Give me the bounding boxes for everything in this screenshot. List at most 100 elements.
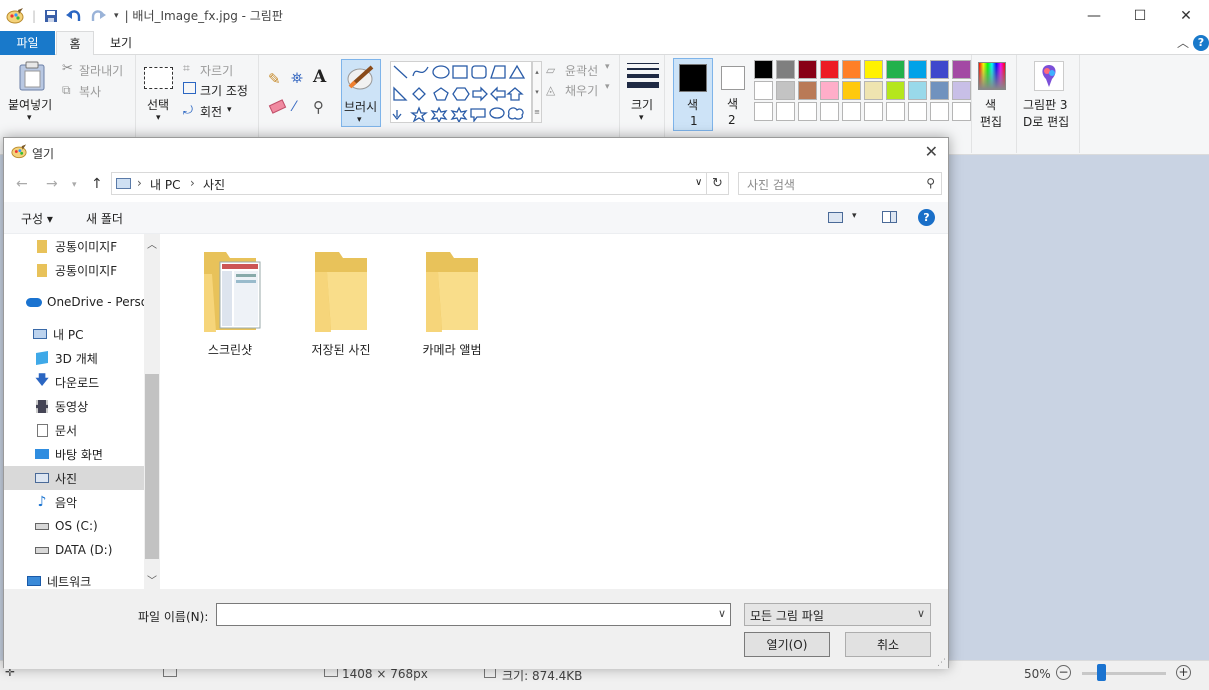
address-dropdown-icon[interactable]: ∨ <box>695 177 702 188</box>
nav-item[interactable]: 네트워크 <box>4 569 144 589</box>
crop-button[interactable]: 자르기 <box>200 62 233 79</box>
collapse-ribbon-icon[interactable]: ︿ <box>1177 34 1189 51</box>
palette-swatch[interactable] <box>886 81 905 100</box>
paint-app-icon[interactable] <box>6 7 24 24</box>
palette-swatch[interactable] <box>864 102 883 121</box>
palette-swatch[interactable] <box>886 102 905 121</box>
fill-dropdown-icon[interactable]: ▾ <box>605 82 610 92</box>
forward-arrow-icon[interactable]: → <box>46 176 58 192</box>
view-options-icon[interactable] <box>828 212 843 223</box>
zoom-in-button[interactable]: + <box>1176 665 1191 680</box>
cut-button[interactable]: 잘라내기 <box>79 62 123 79</box>
palette-swatch[interactable] <box>776 81 795 100</box>
eraser-icon[interactable] <box>268 99 287 114</box>
pencil-icon[interactable]: ✎ <box>268 70 281 88</box>
palette-swatch[interactable] <box>754 102 773 121</box>
nav-item[interactable]: 공통이미지F <box>4 234 144 258</box>
customize-dropdown-icon[interactable]: ▾ <box>114 11 119 21</box>
palette-swatch[interactable] <box>908 102 927 121</box>
color1-button[interactable]: 색 1 <box>673 58 713 131</box>
color2-button[interactable]: 색 2 <box>716 58 750 131</box>
address-bar[interactable]: › 내 PC › 사진 ∨ <box>111 172 707 195</box>
nav-item[interactable]: 사진 <box>4 466 144 490</box>
color-picker-icon[interactable]: ⁄ <box>293 99 295 115</box>
zoom-slider-thumb[interactable] <box>1097 664 1106 681</box>
recent-locations-icon[interactable]: ▾ <box>72 180 77 190</box>
nav-item[interactable]: OS (C:) <box>4 514 144 538</box>
zoom-out-button[interactable]: − <box>1056 665 1071 680</box>
rotate-dropdown-icon[interactable]: ▾ <box>227 105 232 115</box>
copy-button[interactable]: 복사 <box>79 83 101 100</box>
palette-swatch[interactable] <box>842 102 861 121</box>
palette-swatch[interactable] <box>952 81 971 100</box>
view-options-dropdown-icon[interactable]: ▾ <box>852 211 857 221</box>
navigation-scrollbar[interactable]: ︿ ﹀ <box>144 234 160 589</box>
select-icon[interactable] <box>144 67 173 89</box>
select-label[interactable]: 선택 <box>147 96 169 113</box>
fill-bucket-icon[interactable]: ⛯ <box>291 69 303 87</box>
nav-item[interactable]: 동영상 <box>4 394 144 418</box>
palette-swatch[interactable] <box>930 102 949 121</box>
nav-item[interactable]: 🡇 다운로드 <box>4 370 144 394</box>
palette-swatch[interactable] <box>798 60 817 79</box>
palette-swatch[interactable] <box>820 60 839 79</box>
outline-button[interactable]: 윤곽선 <box>565 62 598 79</box>
paste-label[interactable]: 붙여넣기 <box>8 96 52 113</box>
open-button[interactable]: 열기(O) <box>744 632 830 657</box>
brush-button[interactable]: 브러시 ▾ <box>341 59 381 127</box>
save-icon[interactable] <box>44 9 58 23</box>
resize-button[interactable]: 크기 조정 <box>200 82 248 99</box>
nav-item[interactable]: OneDrive - Person <box>4 290 144 314</box>
tab-view[interactable]: 보기 <box>98 31 144 55</box>
breadcrumb-this-pc[interactable]: 내 PC <box>150 176 180 193</box>
palette-swatch[interactable] <box>908 60 927 79</box>
nav-item[interactable]: 공통이미지F <box>4 258 144 282</box>
shapes-gallery[interactable] <box>390 61 532 124</box>
filename-input[interactable]: ∨ <box>216 603 731 626</box>
nav-item[interactable]: 3D 개체 <box>4 346 144 370</box>
redo-icon[interactable] <box>90 9 107 23</box>
palette-swatch[interactable] <box>798 81 817 100</box>
filename-dropdown-icon[interactable]: ∨ <box>718 607 726 620</box>
palette-swatch[interactable] <box>864 60 883 79</box>
dialog-help-icon[interactable]: ? <box>918 209 935 226</box>
edit-colors-button[interactable]: 색 편집 <box>971 55 1017 153</box>
palette-swatch[interactable] <box>820 81 839 100</box>
nav-item[interactable]: 문서 <box>4 418 144 442</box>
minimize-button[interactable]: — <box>1071 0 1117 31</box>
scroll-down-icon[interactable]: ﹀ <box>147 572 157 587</box>
new-folder-button[interactable]: 새 폴더 <box>86 210 123 227</box>
scroll-up-icon[interactable]: ︿ <box>147 236 157 251</box>
rotate-button[interactable]: 회전 <box>200 103 222 120</box>
tab-file[interactable]: 파일 <box>0 31 55 55</box>
folder-item[interactable]: 저장된 사진 <box>301 250 381 358</box>
close-window-button[interactable]: ✕ <box>1163 0 1209 31</box>
select-dropdown-icon[interactable]: ▾ <box>156 113 161 123</box>
outline-dropdown-icon[interactable]: ▾ <box>605 62 610 72</box>
palette-swatch[interactable] <box>776 102 795 121</box>
nav-item[interactable]: DATA (D:) <box>4 538 144 562</box>
palette-swatch[interactable] <box>952 60 971 79</box>
search-input[interactable]: 사진 검색 <box>747 176 795 193</box>
breadcrumb-pictures[interactable]: 사진 <box>203 176 225 193</box>
maximize-button[interactable]: ☐ <box>1117 0 1163 31</box>
palette-swatch[interactable] <box>842 60 861 79</box>
nav-item[interactable]: 바탕 화면 <box>4 442 144 466</box>
palette-swatch[interactable] <box>864 81 883 100</box>
preview-pane-icon[interactable] <box>882 211 897 223</box>
palette-swatch[interactable] <box>754 81 773 100</box>
nav-item[interactable]: 내 PC <box>4 322 144 346</box>
palette-swatch[interactable] <box>930 81 949 100</box>
paste-dropdown-icon[interactable]: ▾ <box>27 113 32 123</box>
text-icon[interactable]: A <box>313 67 326 87</box>
magnifier-icon[interactable]: ⚲ <box>313 98 324 116</box>
palette-swatch[interactable] <box>776 60 795 79</box>
shapes-scroll[interactable]: ▴ ▾ ≡ <box>532 61 542 123</box>
back-arrow-icon[interactable]: ← <box>16 176 28 192</box>
palette-swatch[interactable] <box>886 60 905 79</box>
palette-swatch[interactable] <box>952 102 971 121</box>
nav-item[interactable]: ♪ 음악 <box>4 490 144 514</box>
paste-icon[interactable] <box>18 61 46 94</box>
help-icon[interactable]: ? <box>1193 34 1209 51</box>
palette-swatch[interactable] <box>930 60 949 79</box>
